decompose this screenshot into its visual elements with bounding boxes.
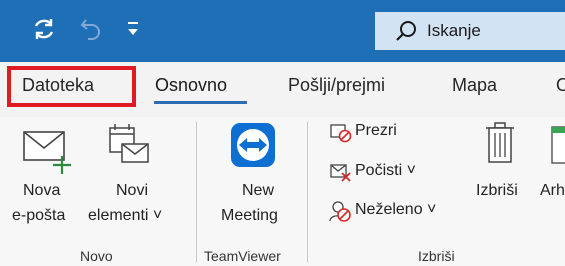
- junk-button[interactable]: Neželeno ˅: [355, 201, 436, 219]
- search-label: Iskanje: [427, 21, 481, 40]
- undo-icon[interactable]: [80, 16, 102, 47]
- new-meeting-label-2[interactable]: Meeting: [221, 207, 278, 225]
- ignore-icon[interactable]: [330, 123, 352, 148]
- new-mail-label-2[interactable]: e-pošta: [12, 207, 65, 225]
- highlight-box: [7, 66, 136, 107]
- archive-icon[interactable]: [551, 125, 565, 170]
- sync-icon[interactable]: [31, 16, 57, 47]
- group-divider: [307, 122, 308, 262]
- group-label-izbrisi: Izbriši: [418, 248, 455, 264]
- ignore-button[interactable]: Prezri: [355, 122, 397, 140]
- group-label-novo: Novo: [80, 248, 113, 264]
- delete-button-label[interactable]: Izbriši: [476, 182, 518, 200]
- cleanup-icon[interactable]: [330, 163, 352, 188]
- delete-icon[interactable]: [485, 122, 515, 169]
- title-bar: Iskanje: [0, 0, 565, 62]
- active-tab-indicator: [154, 101, 247, 104]
- teamviewer-icon[interactable]: [230, 122, 276, 173]
- tab-mapa[interactable]: Mapa: [452, 75, 497, 96]
- tab-partial[interactable]: O: [556, 75, 565, 96]
- customize-quick-access-icon[interactable]: [126, 20, 140, 43]
- new-items-icon[interactable]: [108, 122, 150, 175]
- new-meeting-label-1[interactable]: New: [242, 182, 274, 200]
- search-icon: [395, 20, 417, 47]
- search-box[interactable]: Iskanje: [375, 12, 565, 50]
- new-items-label-1[interactable]: Novi: [116, 182, 148, 200]
- new-items-label-2[interactable]: elementi ˅: [88, 207, 162, 225]
- cleanup-button[interactable]: Počisti ˅: [355, 162, 416, 180]
- tab-poslji-prejmi[interactable]: Pošlji/prejmi: [288, 75, 385, 96]
- group-label-teamviewer: TeamViewer: [204, 248, 281, 264]
- archive-button-label[interactable]: Arh: [540, 182, 565, 200]
- new-mail-label-1[interactable]: Nova: [23, 182, 60, 200]
- new-mail-icon[interactable]: [22, 128, 76, 181]
- group-divider: [196, 122, 197, 262]
- junk-icon[interactable]: [329, 199, 353, 228]
- tab-osnovno[interactable]: Osnovno: [155, 75, 227, 96]
